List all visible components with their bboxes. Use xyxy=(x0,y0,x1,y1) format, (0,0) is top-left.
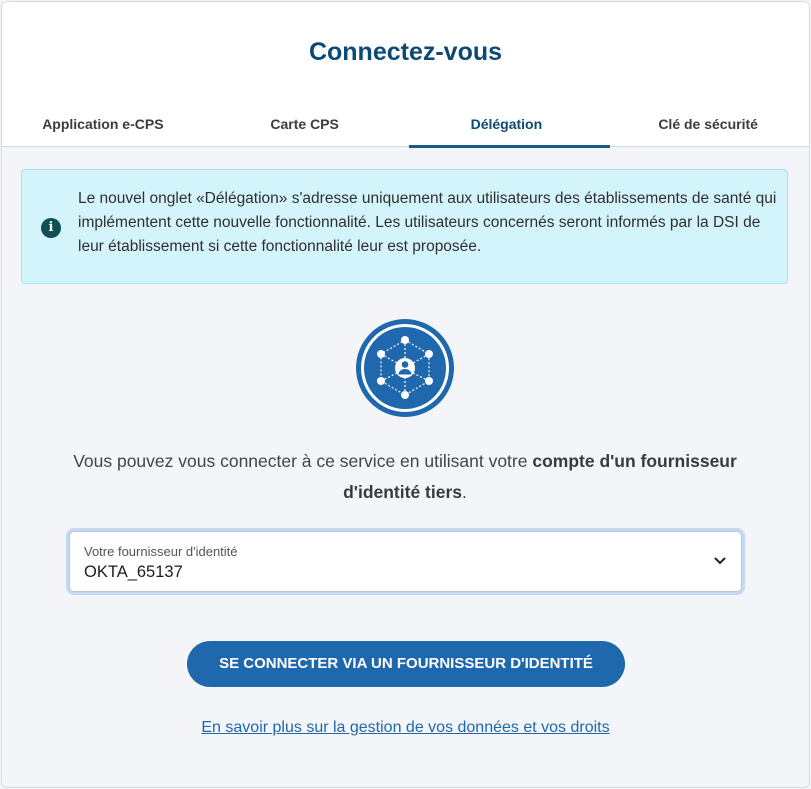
info-alert-text: Le nouvel onglet «Délégation» s'adresse … xyxy=(78,190,777,255)
description-text: Vous pouvez vous connecter à ce service … xyxy=(40,446,770,508)
login-header: Connectez-vous Application e-CPS Carte C… xyxy=(2,2,809,148)
identity-provider-value: OKTA_65137 xyxy=(84,563,183,581)
info-alert: i Le nouvel onglet «Délégation» s'adress… xyxy=(21,169,788,284)
tab-cle-de-securite[interactable]: Clé de sécurité xyxy=(607,102,809,147)
description-suffix: . xyxy=(462,482,467,502)
identity-provider-label: Votre fournisseur d'identité xyxy=(84,544,238,559)
tab-carte-cps[interactable]: Carte CPS xyxy=(204,102,406,147)
identity-provider-select[interactable]: Votre fournisseur d'identité OKTA_65137 xyxy=(69,531,742,592)
tab-application-e-cps[interactable]: Application e-CPS xyxy=(2,102,204,147)
privacy-info-link[interactable]: En savoir plus sur la gestion de vos don… xyxy=(0,719,811,737)
identity-network-icon xyxy=(356,319,454,417)
tab-delegation[interactable]: Délégation xyxy=(406,102,610,148)
connect-via-provider-button[interactable]: SE CONNECTER VIA UN FOURNISSEUR D'IDENTI… xyxy=(187,641,625,687)
auth-method-tabs: Application e-CPS Carte CPS Délégation C… xyxy=(2,102,809,148)
page-title: Connectez-vous xyxy=(308,38,503,66)
description-prefix: Vous pouvez vous connecter à ce service … xyxy=(73,451,533,471)
chevron-down-icon xyxy=(714,557,726,565)
info-icon: i xyxy=(41,218,61,238)
